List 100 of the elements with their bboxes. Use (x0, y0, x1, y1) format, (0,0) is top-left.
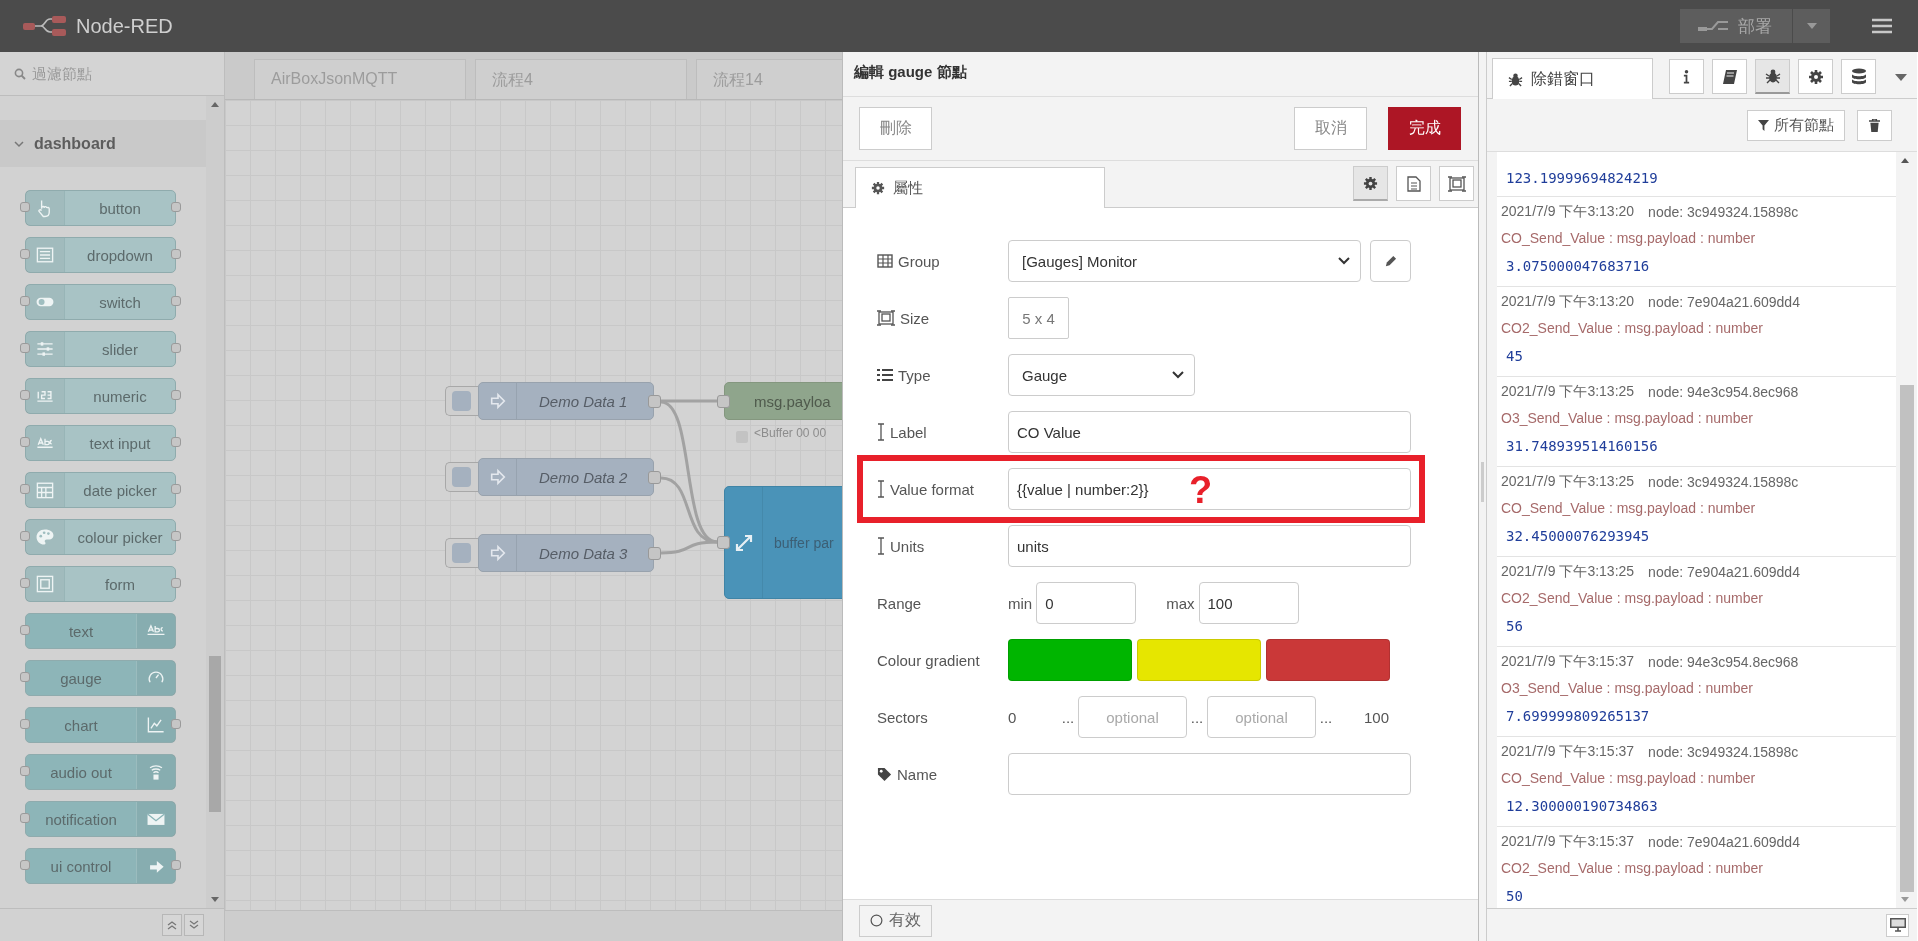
message-node-id[interactable]: node: 94e3c954.8ec968 (1648, 384, 1799, 400)
palette-node[interactable]: slider (25, 331, 176, 367)
palette-node[interactable]: dropdown (25, 237, 176, 273)
context-tab[interactable] (1841, 59, 1876, 94)
info-tab[interactable] (1669, 59, 1704, 94)
message-node-id[interactable]: node: 3c949324.15898c (1648, 204, 1799, 220)
scroll-thumb[interactable] (1900, 385, 1914, 892)
palette-node[interactable]: chart (25, 707, 176, 743)
scroll-thumb[interactable] (209, 656, 221, 812)
min-field[interactable]: 0 (1036, 582, 1137, 624)
output-port[interactable] (648, 547, 661, 560)
message-node-id[interactable]: node: 94e3c954.8ec968 (1648, 654, 1799, 670)
settings-tab[interactable] (1353, 166, 1388, 201)
output-port[interactable] (648, 395, 661, 408)
tag-icon (877, 766, 892, 782)
output-port[interactable] (171, 860, 181, 870)
palette-node[interactable]: notification (25, 801, 176, 837)
done-button[interactable]: 完成 (1388, 107, 1461, 150)
debug-tab[interactable] (1755, 59, 1790, 94)
paint-palette-icon (34, 526, 56, 548)
palette-node[interactable]: date picker (25, 472, 176, 508)
wire[interactable] (660, 540, 718, 555)
book-icon (1721, 68, 1738, 85)
edit-button[interactable] (1370, 240, 1411, 282)
properties-tab[interactable]: 屬性 (855, 167, 1105, 208)
palette-node[interactable]: button (25, 190, 176, 226)
palette-node[interactable]: text input (25, 425, 176, 461)
expand-all-button[interactable] (184, 914, 204, 936)
palette-node[interactable]: colour picker (25, 519, 176, 555)
wire[interactable] (660, 476, 718, 544)
size-button[interactable]: 5 x 4 (1008, 297, 1069, 339)
filter-button[interactable]: 所有節點 (1747, 109, 1845, 141)
filter-field[interactable]: 過濾節點 (30, 64, 204, 83)
output-port[interactable] (171, 484, 181, 494)
output-port[interactable] (171, 202, 181, 212)
scroll-down-icon (1901, 897, 1909, 902)
palette-node[interactable]: switch (25, 284, 176, 320)
output-port[interactable] (171, 531, 181, 541)
output-port[interactable] (171, 578, 181, 588)
deploy-button[interactable]: 部署 (1680, 9, 1792, 43)
help-tab[interactable] (1712, 59, 1747, 94)
description-tab[interactable] (1396, 166, 1431, 201)
collapse-all-button[interactable] (162, 914, 182, 936)
input-port[interactable] (717, 536, 730, 549)
caret-icon[interactable] (1895, 74, 1907, 81)
config-tab[interactable] (1798, 59, 1833, 94)
message-node-id[interactable]: node: 7e904a21.609dd4 (1648, 294, 1800, 310)
message-node-id[interactable]: node: 7e904a21.609dd4 (1648, 564, 1800, 580)
menu-button[interactable] (1872, 18, 1892, 34)
scrollbar[interactable] (206, 96, 224, 908)
flow-node[interactable]: Demo Data 3 (478, 534, 654, 572)
output-port[interactable] (648, 471, 661, 484)
input-port[interactable] (717, 395, 730, 408)
message-node-id[interactable]: node: 3c949324.15898c (1648, 744, 1799, 760)
scroll-up-icon (211, 102, 219, 107)
text-field[interactable] (1008, 753, 1411, 795)
select-field[interactable]: [Gauges] Monitor (1008, 240, 1361, 282)
debug-tab[interactable]: 除錯窗口 (1492, 58, 1653, 99)
flow-node[interactable]: msg.payloa (724, 382, 842, 420)
text-field[interactable]: CO Value (1008, 411, 1411, 453)
palette-node[interactable]: form (25, 566, 176, 602)
palette-node[interactable]: text (25, 613, 176, 649)
appearance-tab[interactable] (1439, 166, 1474, 201)
delete-button[interactable]: 刪除 (859, 107, 932, 150)
inject-button[interactable] (445, 386, 478, 416)
clear-button[interactable] (1857, 109, 1892, 141)
flow-node[interactable]: buffer par (724, 486, 842, 599)
scrollbar[interactable] (1896, 152, 1917, 908)
output-port[interactable] (171, 249, 181, 259)
wire[interactable] (661, 399, 717, 403)
inject-button[interactable] (445, 538, 478, 568)
message-node-id[interactable]: node: 3c949324.15898c (1648, 474, 1799, 490)
output-port[interactable] (171, 390, 181, 400)
sector-field[interactable]: optional (1078, 696, 1187, 738)
output-port[interactable] (171, 437, 181, 447)
open-window-button[interactable] (1886, 913, 1909, 937)
palette-node[interactable]: ui control (25, 848, 176, 884)
output-port[interactable] (171, 296, 181, 306)
output-port[interactable] (171, 343, 181, 353)
category-header[interactable]: dashboard (0, 120, 206, 167)
colour-swatch[interactable] (1137, 639, 1261, 681)
palette-node[interactable]: numeric (25, 378, 176, 414)
select-field[interactable]: Gauge (1008, 354, 1195, 396)
colour-swatch[interactable] (1008, 639, 1132, 681)
sector-field[interactable]: optional (1207, 696, 1316, 738)
enabled-toggle[interactable]: 有效 (859, 904, 932, 937)
colour-swatch[interactable] (1266, 639, 1390, 681)
cancel-button[interactable]: 取消 (1294, 107, 1367, 150)
flow-node[interactable]: Demo Data 2 (478, 458, 654, 496)
output-port[interactable] (171, 719, 181, 729)
max-field[interactable]: 100 (1198, 582, 1299, 624)
flow-canvas[interactable]: Demo Data 1 Demo Data 2 Demo Data 3 msg.payloa <Buffer 00 00 buffer par (225, 100, 842, 910)
palette-node[interactable]: audio out (25, 754, 176, 790)
message-node-id[interactable]: node: 7e904a21.609dd4 (1648, 834, 1800, 850)
deploy-menu-button[interactable] (1792, 9, 1830, 43)
inject-button[interactable] (445, 462, 478, 492)
message-value: 45 (1505, 347, 1524, 366)
palette-node[interactable]: gauge (25, 660, 176, 696)
flow-node[interactable]: Demo Data 1 (478, 382, 654, 420)
text-field[interactable]: units (1008, 525, 1411, 567)
